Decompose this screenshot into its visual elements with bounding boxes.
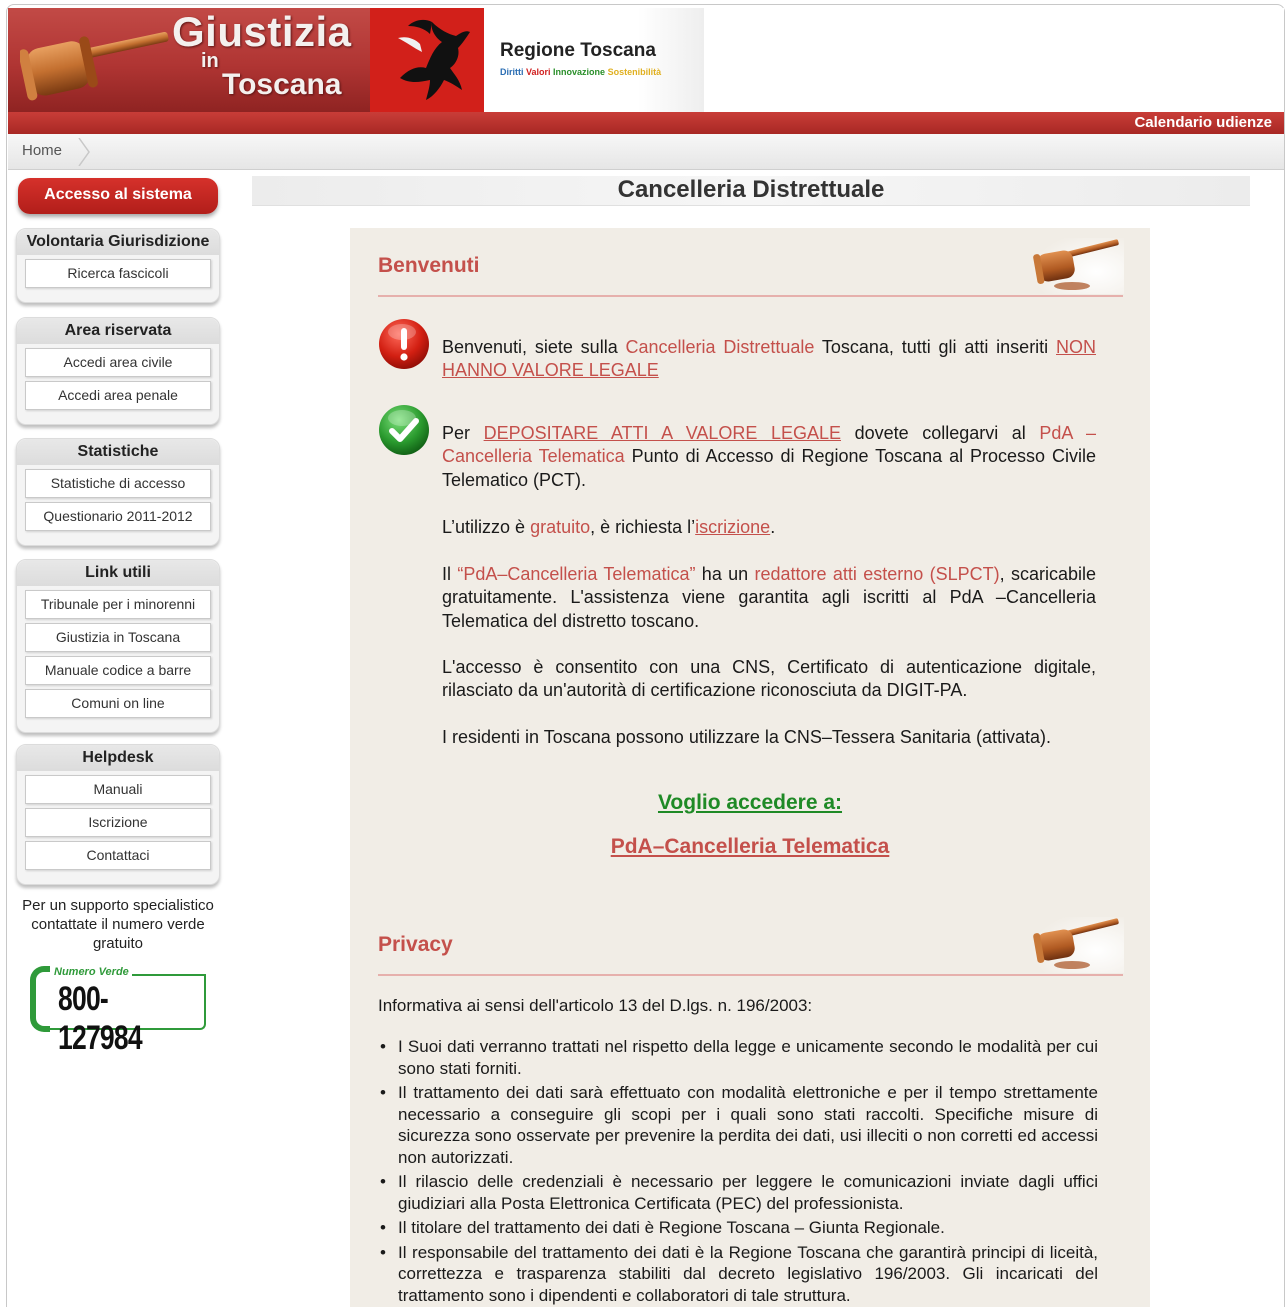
link-depositare-atti[interactable]: DEPOSITARE ATTI A VALORE LEGALE (484, 423, 841, 443)
site-header: Giustizia in Toscana Regione Toscana Dir… (8, 8, 1284, 112)
list-item: Il responsabile del trattamento dei dati… (378, 1242, 1098, 1307)
page-title-band: Cancelleria Distrettuale (252, 176, 1250, 206)
link-cancelleria-distrettuale[interactable]: Cancelleria Distrettuale (626, 337, 815, 357)
welcome-paragraph-4: Il “PdA–Cancelleria Telematica” ha un re… (442, 564, 1096, 631)
pda-cancelleria-telematica-link[interactable]: PdA–Cancelleria Telematica (350, 835, 1150, 859)
section-title-benvenuti: Benvenuti (378, 254, 480, 277)
sidebar-item-accedi-civile[interactable]: Accedi area civile (25, 348, 211, 377)
sidebar-group-link-utili: Link utili Tribunale per i minorenni Giu… (16, 559, 220, 733)
numero-verde-number: 800-127984 (58, 980, 143, 1057)
numero-verde-label: Numero Verde (54, 966, 129, 978)
warning-icon (379, 319, 429, 369)
sidebar-item-contattaci[interactable]: Contattaci (25, 841, 211, 870)
welcome-paragraph-1: Benvenuti, siete sulla Cancelleria Distr… (442, 337, 1096, 381)
sidebar-group-title: Volontaria Giurisdizione (17, 229, 219, 255)
sidebar-item-manuali[interactable]: Manuali (25, 775, 211, 804)
breadcrumb-home[interactable]: Home (22, 142, 62, 159)
accesso-al-sistema-button[interactable]: Accesso al sistema (18, 178, 218, 214)
pegasus-icon (398, 19, 470, 100)
main-content: Benvenuti Benvenuti, siete sulla Cancell… (350, 228, 1150, 1307)
sidebar-item-statistiche-accesso[interactable]: Statistiche di accesso (25, 469, 211, 498)
link-iscrizione[interactable]: iscrizione (695, 517, 770, 537)
breadcrumb: Home (8, 134, 1284, 170)
regione-motto: Diritti Valori Innovazione Sostenibilità (500, 67, 662, 77)
support-text: Per un supporto specialistico contattate… (22, 897, 214, 952)
regione-name: Regione Toscana (500, 40, 656, 61)
numero-verde-badge: Numero Verde 800-127984 (30, 966, 208, 1057)
chevron-right-icon (78, 138, 90, 166)
sidebar-item-iscrizione[interactable]: Iscrizione (25, 808, 211, 837)
top-nav-bar: Calendario udienze (8, 112, 1284, 134)
logo-text-giustizia: Giustizia (172, 8, 352, 55)
gavel-icon (1032, 917, 1124, 973)
sidebar-group-title: Statistiche (17, 439, 219, 465)
sidebar-item-giustizia-toscana[interactable]: Giustizia in Toscana (25, 623, 211, 652)
giustizia-in-toscana-logo[interactable]: Giustizia in Toscana (8, 8, 370, 112)
sidebar-group-title: Helpdesk (17, 745, 219, 771)
gavel-icon (20, 31, 169, 101)
logo-text-in: in (201, 50, 219, 72)
welcome-paragraph-3: L’utilizzo è gratuito, è richiesta l’isc… (442, 517, 776, 537)
regione-toscana-logo[interactable]: Regione Toscana Diritti Valori Innovazio… (484, 8, 704, 112)
page-title: Cancelleria Distrettuale (617, 176, 885, 203)
pegaso-logo[interactable] (370, 8, 484, 112)
sidebar-group-title: Area riservata (17, 318, 219, 344)
checkmark-icon (379, 405, 429, 455)
link-redattore-slpct[interactable]: redattore atti esterno (SLPCT) (755, 564, 1000, 584)
sidebar-group-area-riservata: Area riservata Accedi area civile Accedi… (16, 317, 220, 425)
section-divider (378, 295, 1123, 297)
sidebar-group-volontaria: Volontaria Giurisdizione Ricerca fascico… (16, 228, 220, 303)
privacy-intro: Informativa ai sensi dell'articolo 13 de… (378, 996, 813, 1015)
welcome-paragraph-6: I residenti in Toscana possono utilizzar… (442, 727, 1051, 747)
sidebar-item-questionario[interactable]: Questionario 2011-2012 (25, 502, 211, 531)
list-item: Il trattamento dei dati sarà effettuato … (378, 1082, 1098, 1168)
sidebar-item-tribunale-minorenni[interactable]: Tribunale per i minorenni (25, 590, 211, 619)
list-item: Il rilascio delle credenziali è necessar… (378, 1171, 1098, 1214)
list-item: I Suoi dati verranno trattati nel rispet… (378, 1036, 1098, 1079)
sidebar-group-helpdesk: Helpdesk Manuali Iscrizione Contattaci (16, 744, 220, 885)
sidebar-item-comuni-online[interactable]: Comuni on line (25, 689, 211, 718)
sidebar-item-accedi-penale[interactable]: Accedi area penale (25, 381, 211, 410)
list-item: Il titolare del trattamento dei dati è R… (378, 1217, 1098, 1239)
sidebar-group-statistiche: Statistiche Statistiche di accesso Quest… (16, 438, 220, 546)
gavel-icon (1032, 238, 1124, 294)
welcome-paragraph-5: L'accesso è consentito con una CNS, Cert… (442, 657, 1096, 701)
logo-text-toscana: Toscana (222, 68, 342, 101)
section-title-privacy: Privacy (378, 933, 453, 956)
sidebar-item-ricerca-fascicoli[interactable]: Ricerca fascicoli (25, 259, 211, 288)
calendario-udienze-link[interactable]: Calendario udienze (1134, 114, 1272, 131)
sidebar-group-title: Link utili (17, 560, 219, 586)
welcome-paragraph-2: Per DEPOSITARE ATTI A VALORE LEGALE dove… (442, 423, 1097, 490)
privacy-list: I Suoi dati verranno trattati nel rispet… (378, 1036, 1098, 1307)
section-divider (378, 974, 1123, 976)
sidebar-item-manuale-codice-barre[interactable]: Manuale codice a barre (25, 656, 211, 685)
link-gratuito[interactable]: gratuito (530, 517, 590, 537)
link-pda-quoted[interactable]: “PdA–Cancelleria Telematica” (457, 564, 695, 584)
voglio-accedere-heading[interactable]: Voglio accedere a: (350, 791, 1150, 815)
